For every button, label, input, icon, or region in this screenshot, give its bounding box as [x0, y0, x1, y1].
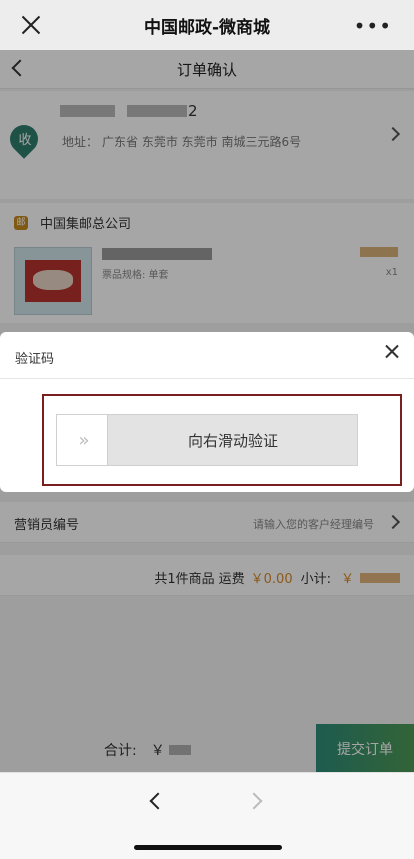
captcha-modal: 验证码 向右滑动验证 »: [0, 332, 414, 492]
window-title: 中国邮政-微商城: [143, 17, 271, 38]
slider-label: 向右滑动验证: [187, 431, 278, 450]
browser-toolbar: [0, 772, 414, 859]
forward-icon[interactable]: [248, 793, 262, 807]
back-icon[interactable]: [148, 793, 162, 807]
divider: [0, 378, 414, 379]
slider-handle[interactable]: »: [56, 414, 108, 466]
home-indicator: [134, 845, 282, 850]
double-chevron-right-icon: »: [78, 429, 89, 451]
captcha-title: 验证码: [15, 352, 55, 367]
wechat-title-bar: 中国邮政-微商城 •••: [0, 0, 414, 50]
close-icon[interactable]: [18, 12, 44, 38]
more-icon[interactable]: •••: [354, 14, 392, 38]
close-icon[interactable]: [384, 344, 400, 360]
